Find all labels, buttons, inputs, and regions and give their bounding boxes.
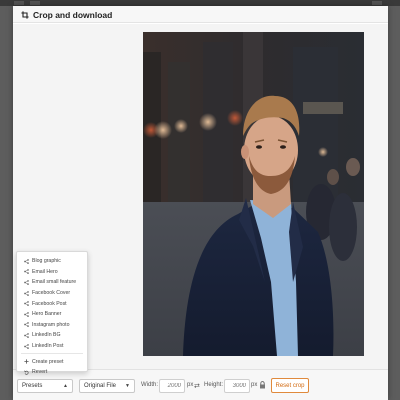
width-input[interactable] xyxy=(159,379,185,393)
width-label: Width: xyxy=(141,382,159,388)
chevron-down-icon: ▼ xyxy=(125,383,130,389)
preset-item-label: Email Hero xyxy=(32,268,58,275)
share-icon xyxy=(24,322,29,328)
reset-crop-label: Reset crop xyxy=(275,382,305,389)
share-icon xyxy=(24,258,29,264)
preset-item-linkedin-bg[interactable]: LinkedIn BG xyxy=(17,330,87,341)
preset-item-label: Facebook Post xyxy=(32,300,67,307)
chevron-down-icon: ▲ xyxy=(63,383,68,389)
height-input[interactable] xyxy=(224,379,250,393)
preset-item-label: Email small feature xyxy=(32,279,77,286)
preset-item-blog-graphic[interactable]: Blog graphic xyxy=(17,256,87,267)
width-unit: px xyxy=(187,382,194,388)
share-icon xyxy=(24,290,29,296)
background-element xyxy=(30,1,40,5)
portrait-photo xyxy=(143,32,364,356)
preset-item-email-small-feature[interactable]: Email small feature xyxy=(17,277,87,288)
preset-item-label: LinkedIn BG xyxy=(32,332,61,339)
dialog-header: Crop and download xyxy=(13,6,388,23)
presets-select[interactable]: Presets ▲ xyxy=(17,379,73,393)
share-icon xyxy=(24,333,29,338)
plus-icon xyxy=(24,359,29,364)
preset-item-label: Blog graphic xyxy=(32,258,61,265)
preset-item-label: Facebook Cover xyxy=(32,290,71,297)
preset-item-email-hero[interactable]: Email Hero xyxy=(17,267,87,278)
create-preset-label: Create preset xyxy=(32,358,64,365)
preset-item-instagram-photo[interactable]: Instagram photo xyxy=(17,320,87,331)
preset-item-linkedin-post[interactable]: LinkedIn Post xyxy=(17,341,87,352)
share-icon xyxy=(24,269,29,275)
undo-icon xyxy=(24,370,29,375)
share-icon xyxy=(24,280,29,285)
preset-item-hero-banner[interactable]: Hero Banner xyxy=(17,309,87,320)
dialog-title-group: Crop and download xyxy=(21,8,112,21)
file-type-select-value: Original File xyxy=(84,383,117,389)
preset-item-label: LinkedIn Post xyxy=(32,343,64,350)
presets-dropdown-menu: Blog graphic Email Hero Email small feat… xyxy=(16,251,88,375)
swap-dimensions-icon[interactable]: ⇄ xyxy=(194,382,200,390)
share-icon xyxy=(24,301,29,307)
preset-item-label: Instagram photo xyxy=(32,321,70,328)
lock-icon[interactable] xyxy=(259,381,266,389)
create-preset-item[interactable]: Create preset xyxy=(17,356,87,367)
file-type-select[interactable]: Original File ▼ xyxy=(79,379,135,393)
dialog-title: Crop and download xyxy=(33,9,113,20)
background-overlay-left xyxy=(0,6,13,400)
background-element xyxy=(372,1,382,5)
height-label: Height: xyxy=(204,382,224,388)
revert-label: Revert xyxy=(32,369,48,376)
crop-icon xyxy=(21,10,29,19)
share-icon xyxy=(24,311,29,317)
reset-crop-button[interactable]: Reset crop xyxy=(271,378,309,393)
share-icon xyxy=(24,343,29,349)
image-preview[interactable] xyxy=(143,32,364,356)
revert-item[interactable]: Revert xyxy=(17,367,87,378)
preset-item-label: Hero Banner xyxy=(32,311,62,318)
preset-item-facebook-post[interactable]: Facebook Post xyxy=(17,298,87,309)
height-unit: px xyxy=(251,382,258,388)
background-element xyxy=(14,1,24,5)
preset-item-facebook-cover[interactable]: Facebook Cover xyxy=(17,288,87,299)
background-overlay-right xyxy=(388,6,400,400)
presets-select-value: Presets xyxy=(22,383,43,389)
menu-divider xyxy=(21,353,83,355)
